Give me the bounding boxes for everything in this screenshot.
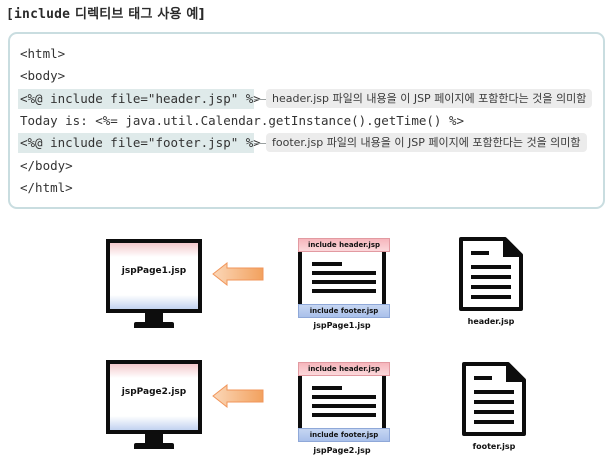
monitor-jsppage2: jspPage2.jsp	[106, 360, 202, 434]
title-text-part: 디렉티브 태그 사용 예]	[70, 7, 205, 22]
include-footer-band: include footer.jsp	[298, 428, 390, 442]
note-footer: footer.jsp 파일의 내용을 이 JSP 페이지에 포함한다는 것을 의…	[266, 133, 587, 152]
jsp-page-document: include header.jsp include footer.jsp	[298, 362, 390, 442]
text-line	[312, 404, 376, 408]
left-arrow-icon	[212, 262, 264, 286]
code-line-include-header: <%@ include file="header.jsp" %>	[20, 91, 261, 106]
include-header-band: include header.jsp	[298, 238, 390, 252]
monitor-stand-base	[134, 322, 174, 328]
text-line	[312, 271, 376, 275]
monitor-label: jspPage1.jsp	[121, 266, 187, 276]
code-line-body-close: </body>	[20, 158, 73, 173]
left-arrow-icon	[212, 384, 264, 408]
monitor-label: jspPage2.jsp	[121, 387, 187, 397]
document-caption: footer.jsp	[472, 442, 516, 451]
code-line-today: Today is: <%= java.util.Calendar.getInst…	[20, 113, 465, 128]
include-header-band: include header.jsp	[298, 362, 390, 376]
text-line	[312, 280, 376, 284]
include-footer-band: include footer.jsp	[298, 304, 390, 318]
text-line	[312, 413, 376, 417]
monitor-footer-band	[110, 295, 198, 309]
code-line-html-open: <html>	[20, 46, 66, 61]
page-title: [include 디렉티브 태그 사용 예]	[6, 3, 205, 22]
text-line	[312, 289, 376, 293]
jsp-page-caption: jspPage2.jsp	[313, 446, 371, 455]
note-header: header.jsp 파일의 내용을 이 JSP 페이지에 포함한다는 것을 의…	[266, 89, 593, 108]
document-icon	[462, 362, 526, 436]
document-icon	[459, 237, 523, 311]
jsp-page-caption: jspPage1.jsp	[313, 321, 371, 330]
monitor-header-band	[110, 243, 198, 257]
monitor-header-band	[110, 364, 198, 378]
title-code-part: [include	[6, 7, 71, 22]
code-line-body-open: <body>	[20, 68, 66, 83]
code-line-html-close: </html>	[20, 180, 73, 195]
text-line	[312, 386, 342, 390]
text-line	[312, 395, 376, 399]
note-connector	[254, 143, 266, 144]
text-line	[312, 262, 342, 266]
monitor-jsppage1: jspPage1.jsp	[106, 239, 202, 313]
code-example-box: <html> <body> <%@ include file="header.j…	[8, 32, 605, 209]
monitor-stand-base	[134, 443, 174, 449]
code-line-include-footer: <%@ include file="footer.jsp" %>	[20, 135, 261, 150]
monitor-footer-band	[110, 416, 198, 430]
document-caption: header.jsp	[467, 317, 515, 326]
note-connector	[254, 99, 266, 100]
jsp-page-document: include header.jsp include footer.jsp	[298, 238, 390, 318]
